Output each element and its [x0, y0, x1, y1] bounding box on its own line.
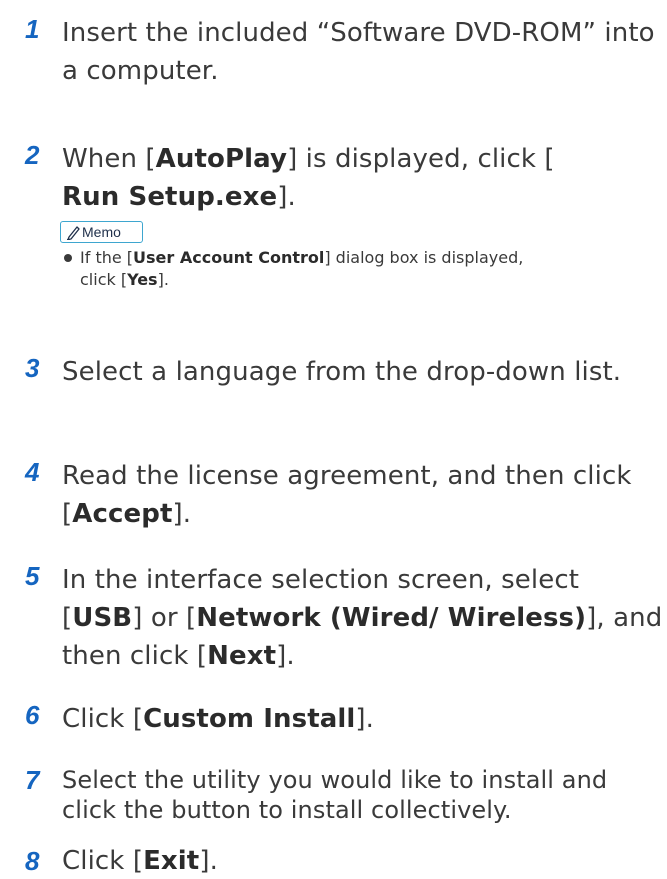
step-number: 1 — [25, 14, 40, 44]
ui-term: Yes — [127, 270, 158, 289]
step-text-segment: Click [ — [62, 704, 144, 734]
step-text: In the interface selection screen, selec… — [62, 561, 665, 675]
step-text-segment: ]. — [277, 182, 296, 212]
bullet-dot — [64, 254, 72, 262]
memo-text: If the [User Account Control] dialog box… — [80, 247, 550, 291]
memo-text-segment: If the [ — [80, 248, 134, 267]
instruction-page: 1 Insert the included “Software DVD-ROM”… — [0, 0, 667, 879]
step-number: 5 — [25, 561, 40, 591]
step-text-segment: Select the utility you would like to ins… — [62, 766, 608, 824]
step-text-segment: When [ — [62, 144, 156, 174]
step-text-segment: ]. — [355, 704, 375, 734]
step-text: Select a language from the drop-down lis… — [62, 353, 665, 391]
step-text-segment: ]. — [276, 641, 295, 671]
step-number: 6 — [25, 700, 40, 730]
pencil-icon — [67, 226, 80, 240]
memo-text-segment: ]. — [157, 270, 169, 289]
step-text-segment: ]. — [199, 846, 218, 876]
ui-term: User Account Control — [133, 248, 325, 267]
step-text-segment: Click [ — [62, 846, 144, 876]
step-text: Insert the included “Software DVD-ROM” i… — [62, 14, 665, 90]
ui-term: Run Setup.exe — [62, 182, 278, 212]
ui-term: Custom Install — [143, 704, 356, 734]
step-number: 3 — [25, 353, 40, 383]
step-text: Click [Exit]. — [62, 846, 665, 876]
ui-term: Next — [207, 641, 277, 671]
step-number: 8 — [25, 846, 40, 876]
step-text-segment: Insert the included “Software DVD-ROM” i… — [62, 18, 655, 86]
step-text: Select the utility you would like to ins… — [62, 765, 665, 825]
step-text-segment: Select a language from the drop-down lis… — [62, 357, 622, 387]
memo-label: Memo — [82, 224, 121, 240]
ui-term: Accept — [72, 499, 173, 529]
step-text-segment: ] is displayed, click [ — [287, 144, 555, 174]
step-number: 7 — [25, 765, 40, 795]
step-text-segment: ] or [ — [132, 603, 197, 633]
step-number: 4 — [25, 457, 40, 487]
ui-term: AutoPlay — [155, 144, 288, 174]
step-number: 2 — [25, 140, 40, 170]
ui-term: Network (Wired/ Wireless) — [196, 603, 587, 633]
ui-term: USB — [72, 603, 133, 633]
step-text: Click [Custom Install]. — [62, 700, 665, 738]
step-text-segment: ]. — [172, 499, 192, 529]
step-text: When [AutoPlay] is displayed, click [ Run… — [62, 140, 665, 216]
step-text: Read the license agreement, and then cli… — [62, 457, 665, 533]
memo-badge: Memo — [60, 221, 143, 243]
ui-term: Exit — [143, 846, 200, 876]
memo-block: Memo If the [User Account Control] dialo… — [60, 221, 660, 301]
